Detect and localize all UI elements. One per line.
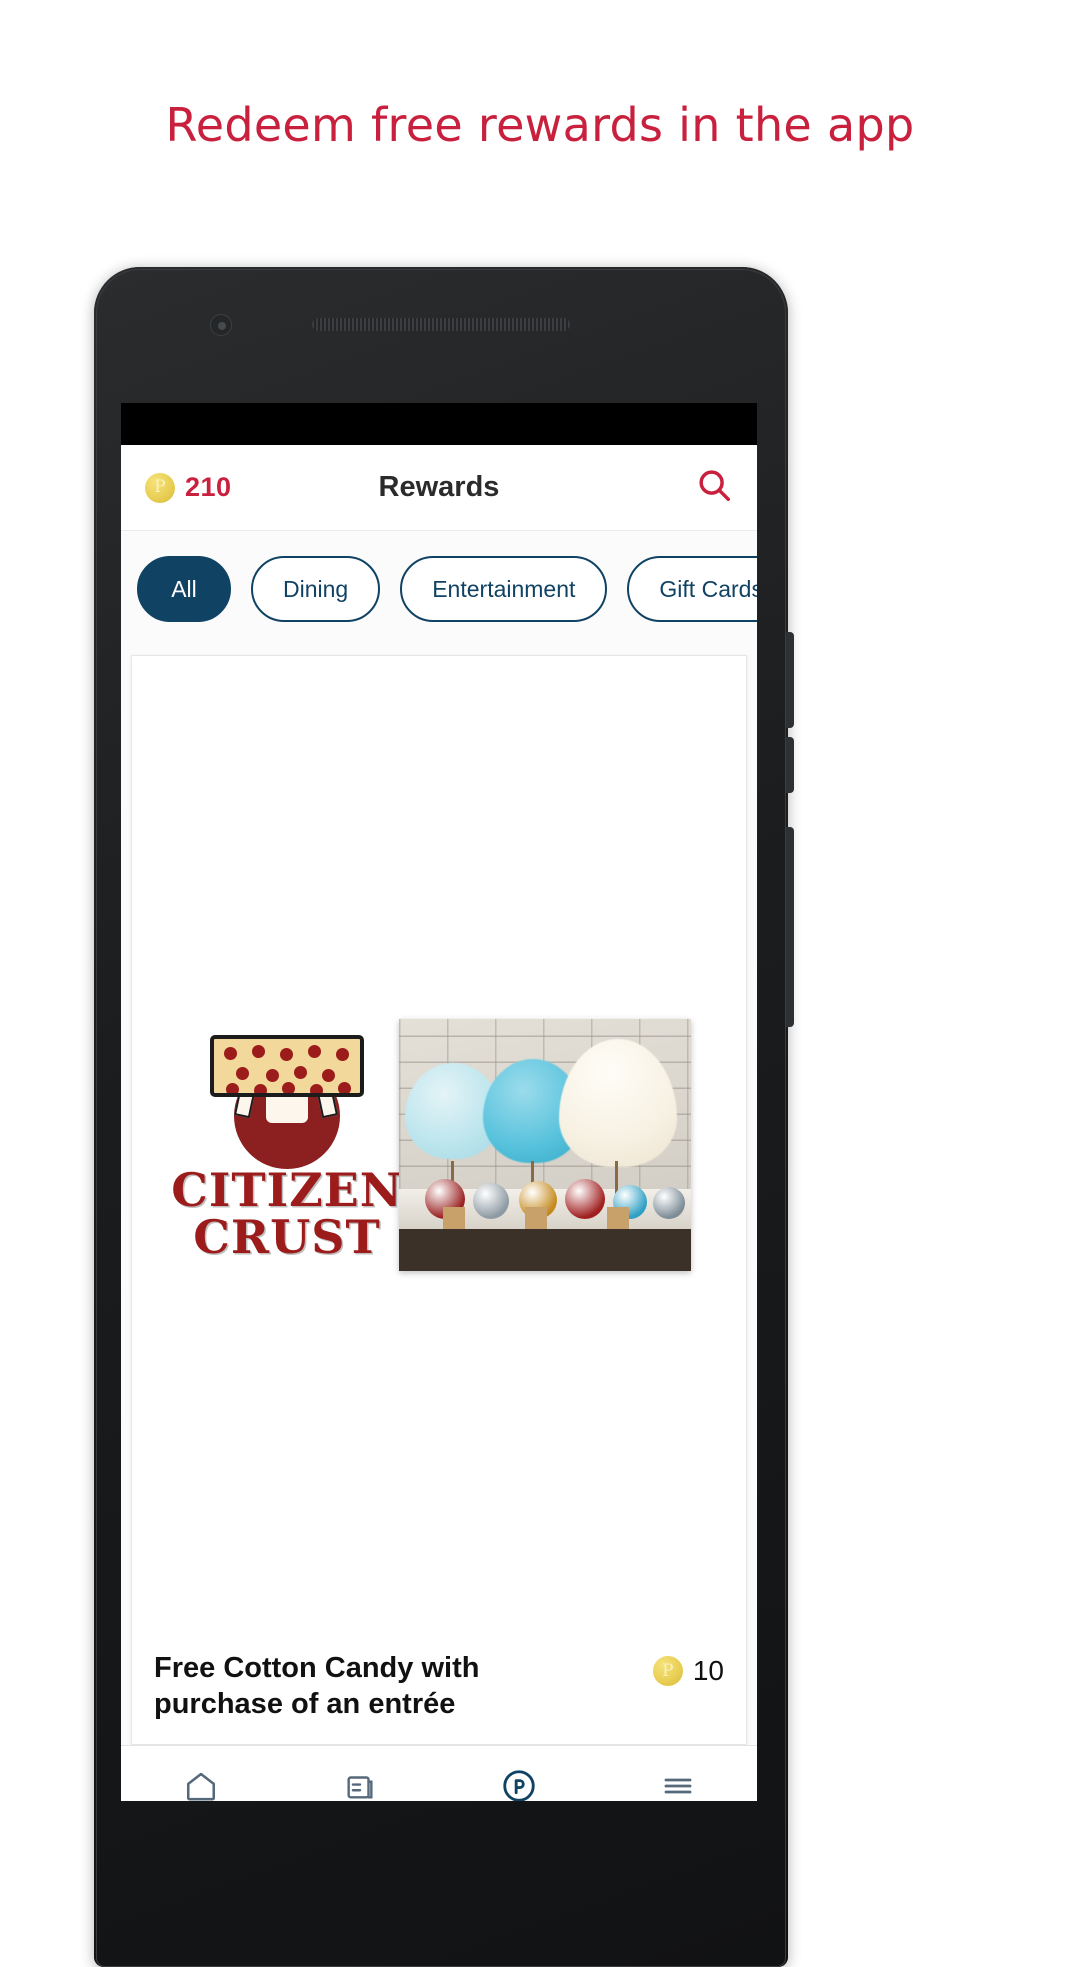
coin-icon: P <box>145 472 175 503</box>
status-bar <box>121 403 757 445</box>
reward-photo <box>399 1018 691 1271</box>
reward-title: Free Cotton Candy with purchase of an en… <box>154 1652 480 1720</box>
phone-side-button-volume-up <box>786 632 794 728</box>
phone-mockup: P 210 Rewards All Dining Entertainment G… <box>94 267 794 1967</box>
filter-chips[interactable]: All Dining Entertainment Gift Cards <box>121 531 757 647</box>
reward-card[interactable]: CITIZEN CRUST Free Cotton Candy with pur… <box>131 655 747 1745</box>
filter-chip-entertainment[interactable]: Entertainment <box>400 556 608 622</box>
phone-side-button-volume-down <box>786 737 794 793</box>
reward-card-media: CITIZEN CRUST <box>132 656 746 1633</box>
nav-item-more[interactable]: More <box>598 1768 757 1802</box>
venues-icon <box>343 1768 377 1802</box>
menu-icon <box>660 1768 696 1802</box>
brand-name-line-1: CITIZEN <box>171 1162 403 1217</box>
brand-name-line-2: CRUST <box>193 1209 381 1264</box>
points-value: 210 <box>185 472 232 502</box>
search-icon <box>695 466 733 509</box>
photo-counter-shadow <box>399 1228 691 1271</box>
home-icon <box>183 1768 219 1802</box>
page-headline: Redeem free rewards in the app <box>165 98 915 152</box>
phone-front-camera <box>210 314 232 336</box>
brand-logo-citizen-crust: CITIZEN CRUST <box>171 1029 402 1264</box>
nav-item-home[interactable]: Home <box>121 1768 280 1802</box>
reward-list: CITIZEN CRUST Free Cotton Candy with pur… <box>121 647 757 1745</box>
pizza-slab <box>210 1034 364 1097</box>
coin-icon: P <box>652 1656 683 1687</box>
points-badge[interactable]: P 210 <box>145 472 295 503</box>
camera-lens <box>218 322 226 330</box>
filter-chip-dining[interactable]: Dining <box>251 556 381 622</box>
reward-cost: P 10 <box>652 1651 724 1687</box>
phone-side-button-power <box>786 827 794 1027</box>
search-button[interactable] <box>583 466 733 509</box>
phone-earpiece-speaker <box>312 318 570 331</box>
reward-cost-value: 10 <box>692 1655 724 1687</box>
phone-screen: P 210 Rewards All Dining Entertainment G… <box>121 403 757 1801</box>
pizza-chef-icon <box>198 1029 376 1169</box>
nav-item-venues[interactable]: Venues <box>280 1768 439 1802</box>
filter-chip-all[interactable]: All <box>137 556 231 622</box>
nav-item-rewards[interactable]: Rewards <box>439 1768 598 1801</box>
app-header: P 210 Rewards <box>121 445 757 531</box>
reward-card-footer: Free Cotton Candy with purchase of an en… <box>132 1633 746 1744</box>
rewards-coin-icon <box>500 1768 538 1801</box>
bottom-navigation: Home Venues <box>121 1745 757 1801</box>
filter-chip-gift-cards[interactable]: Gift Cards <box>627 556 757 622</box>
